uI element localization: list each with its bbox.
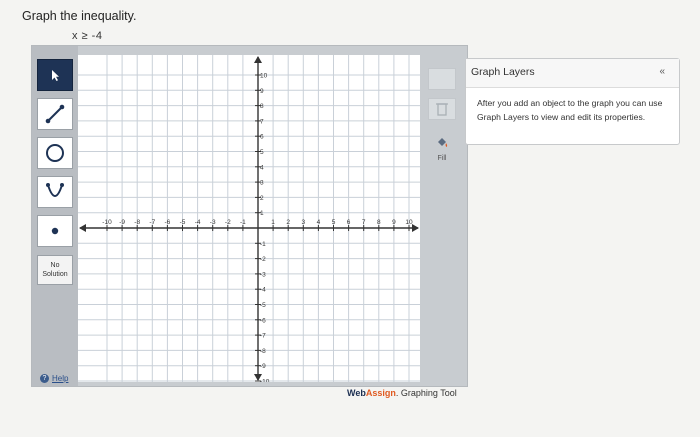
no-solution-button[interactable]: No Solution [37,255,73,285]
x-tick-label: 8 [377,219,381,226]
x-tick-label: 5 [332,219,336,226]
y-tick-label: -8 [260,348,266,355]
graph-layers-title: Graph Layers [471,66,535,78]
no-solution-label-line2: Solution [42,271,68,278]
y-tick-label: -7 [260,333,266,340]
arrow-pointer-icon [52,70,59,81]
brand-rest: . Graphing Tool [395,388,457,398]
help-link[interactable]: ? Help [40,374,68,383]
y-tick-label: -2 [260,256,266,263]
collapse-panel-button[interactable]: « [659,66,665,77]
pointer-tool-button[interactable] [37,59,73,91]
graph-layers-description: After you add an object to the graph you… [477,98,663,122]
fill-button[interactable]: Fill [428,136,456,162]
x-tick-label: -6 [165,219,171,226]
y-tick-label: -4 [260,287,266,294]
y-axis-arrow-up [254,56,262,63]
x-tick-label: 3 [301,219,305,226]
x-tick-label: -8 [134,219,140,226]
coordinate-grid[interactable]: -10 -9 -8 -7 -6 -5 -4 -3 -2 -1 1 2 3 4 5 6 7 8 9 10 10 9 8 7 6 5 4… [78,55,420,386]
x-tick-label: 4 [317,219,321,226]
undo-button[interactable] [428,68,456,90]
x-tick-label: -1 [240,219,246,226]
x-tick-label: -4 [195,219,201,226]
fill-label: Fill [437,155,447,162]
no-solution-label-line1: No [50,262,60,269]
graph-layers-panel: Graph Layers « After you add an object t… [465,58,680,145]
x-tick-label: 1 [271,219,275,226]
question-prompt: Graph the inequality. [22,9,137,23]
y-tick-label: -1 [260,241,266,248]
point-icon [51,227,59,235]
y-tick-label: 9 [260,88,264,95]
y-tick-label: 6 [260,134,264,141]
delete-button[interactable] [428,98,456,120]
x-tick-label: -10 [102,219,112,226]
webassign-brand: WebAssign. Graphing Tool [347,388,457,398]
y-tick-label: 8 [260,103,264,110]
help-label: Help [52,374,69,383]
x-tick-label: -3 [210,219,216,226]
circle-tool-button[interactable] [37,137,73,169]
y-tick-label: 4 [260,164,264,171]
line-segment-icon [45,104,65,124]
x-tick-label: 7 [362,219,366,226]
y-tick-label: 10 [260,73,268,80]
x-axis-arrow-right [412,224,419,232]
y-tick-label: 7 [260,118,264,125]
trash-icon [436,103,448,116]
y-tick-label: -10 [260,379,270,383]
y-tick-label: 5 [260,149,264,156]
y-tick-label: -5 [260,302,266,309]
y-tick-label: -6 [260,317,266,324]
graph-canvas[interactable]: -10 -9 -8 -7 -6 -5 -4 -3 -2 -1 1 2 3 4 5 6 7 8 9 10 10 9 8 7 6 5 4… [78,55,420,386]
x-tick-label: -2 [225,219,231,226]
y-tick-label: -3 [260,271,266,278]
help-icon: ? [40,374,49,383]
x-tick-label: 2 [286,219,290,226]
circle-icon [46,144,64,162]
line-tool-button[interactable] [37,98,73,130]
x-tick-label: 10 [405,219,413,226]
y-tick-label: 3 [260,180,264,187]
graphing-tool: No Solution ? Help -10 -9 -8 -7 -6 -5 -4 -3 -2 -1… [31,45,468,387]
graph-layers-header: Graph Layers « [466,59,679,88]
y-tick-label: 2 [260,195,264,202]
inequality-expression: x ≥ -4 [72,30,103,42]
brand-web: Web [347,388,366,398]
paint-bucket-icon [438,138,448,147]
x-tick-label: -5 [180,219,186,226]
x-tick-label: -7 [149,219,155,226]
y-tick-label: 1 [260,210,264,217]
x-tick-label: 6 [347,219,351,226]
x-tick-label: -9 [119,219,125,226]
x-axis-arrow-left [79,224,86,232]
point-tool-button[interactable] [37,215,73,247]
side-tools: Fill [424,54,460,374]
x-tick-label: 9 [392,219,396,226]
toolbar: No Solution ? Help [32,46,78,386]
parabola-icon [46,183,64,197]
y-tick-label: -9 [260,363,266,370]
brand-assign: Assign [365,388,396,398]
parabola-tool-button[interactable] [37,176,73,208]
